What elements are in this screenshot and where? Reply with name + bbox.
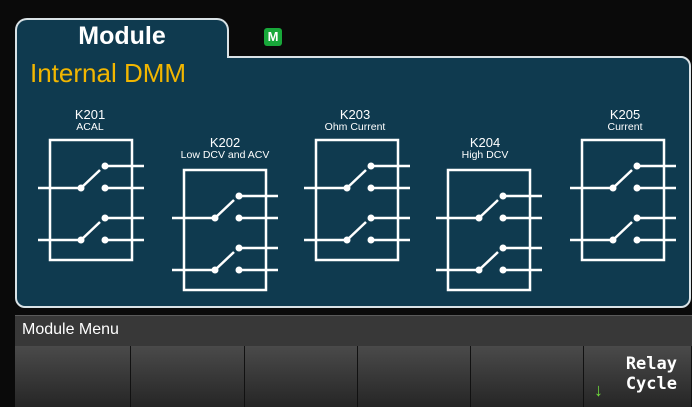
module-menu-label: Module Menu <box>22 321 119 338</box>
relay-cycle-line2: Cycle <box>625 374 677 394</box>
down-arrow-icon: ↓ <box>594 380 603 400</box>
relay-k203-label: K203 Ohm Current <box>310 107 400 133</box>
relay-k201-label: K201 ACAL <box>60 107 120 133</box>
relay-k201-desc: ACAL <box>76 121 104 133</box>
relay-k202-id: K202 <box>209 135 241 150</box>
tab-label: Module <box>78 22 166 50</box>
module-status-badge: M <box>264 28 282 46</box>
module-menu-bar: Module Menu <box>15 315 692 346</box>
softkey-5[interactable] <box>471 346 584 407</box>
relay-k203-id: K203 <box>339 107 371 122</box>
softkey-3[interactable] <box>245 346 358 407</box>
relay-k202-label: K202 Low DCV and ACV <box>160 135 290 161</box>
relay-k205-label: K205 Current <box>590 107 660 133</box>
relay-cycle-label: Relay Cycle <box>626 354 677 394</box>
relay-k203-desc: Ohm Current <box>324 121 386 133</box>
relay-k205-desc: Current <box>607 121 643 133</box>
softkey-2[interactable] <box>131 346 245 407</box>
panel-title: Internal DMM <box>30 58 187 88</box>
relay-k204-id: K204 <box>469 135 501 150</box>
relay-k205-id: K205 <box>609 107 641 122</box>
relay-k202-diagram <box>172 168 278 292</box>
relay-k204-diagram <box>436 168 542 292</box>
softkey-bar: Relay Cycle ↓ <box>15 346 692 407</box>
relay-k204-desc: High DCV <box>461 149 509 161</box>
relay-k201-id: K201 <box>74 107 106 122</box>
softkey-1[interactable] <box>15 346 131 407</box>
relay-k205-diagram <box>570 138 676 262</box>
softkey-4[interactable] <box>358 346 471 407</box>
relay-k202-desc: Low DCV and ACV <box>180 149 270 161</box>
relay-k201-diagram <box>38 138 144 262</box>
relay-cycle-softkey[interactable]: Relay Cycle ↓ <box>584 346 692 407</box>
screen: Module M Internal DMM K201 ACAL K202 Low… <box>0 0 692 407</box>
relay-cycle-line1: Relay <box>625 354 677 374</box>
relay-k203-diagram <box>304 138 410 262</box>
relay-k204-label: K204 High DCV <box>450 135 520 161</box>
